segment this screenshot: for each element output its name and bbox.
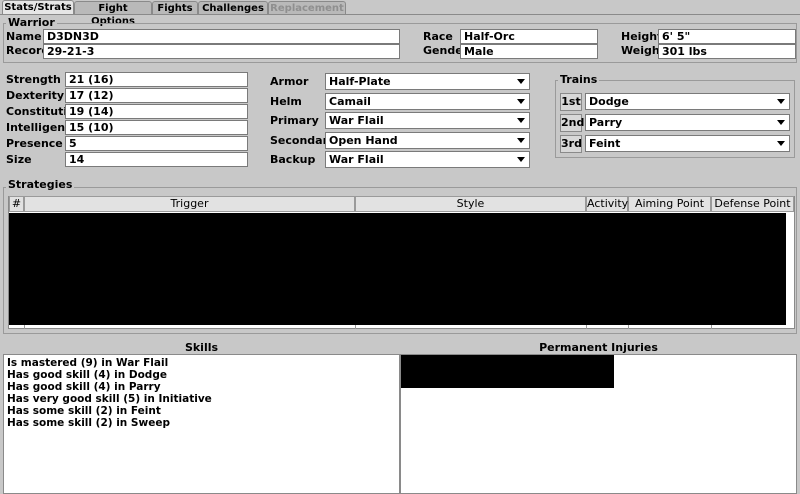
tab-divider: [0, 14, 800, 15]
name-label: Name: [6, 30, 42, 43]
strategies-rows-redacted: [9, 213, 786, 325]
backup-label: Backup: [270, 153, 316, 166]
race-field[interactable]: Half-Orc: [460, 29, 598, 44]
list-item[interactable]: Has some skill (2) in Sweep: [7, 417, 399, 429]
col-header-trigger[interactable]: Trigger: [24, 196, 355, 212]
injuries-header: Permanent Injuries: [539, 341, 658, 354]
helm-label: Helm: [270, 95, 302, 108]
tab-replacement: Replacement: [268, 1, 346, 14]
height-label: Height: [621, 30, 663, 43]
warrior-title: Warrior: [6, 16, 57, 29]
primary-label: Primary: [270, 114, 319, 127]
injuries-redacted: [401, 355, 614, 388]
col-header-defense-point[interactable]: Defense Point: [711, 196, 794, 212]
stat-field-presence[interactable]: 5: [65, 136, 248, 151]
column-divider: [628, 325, 629, 329]
stat-field-dexterity[interactable]: 17 (12): [65, 88, 248, 103]
primary-select[interactable]: War Flail: [325, 112, 530, 129]
chevron-down-icon: [777, 141, 785, 146]
armor-value: Half-Plate: [329, 75, 391, 88]
stat-field-strength[interactable]: 21 (16): [65, 72, 248, 87]
stat-label-presence: Presence: [6, 137, 63, 150]
train-order-3rd: 3rd: [560, 135, 582, 153]
column-divider: [355, 325, 356, 329]
column-divider: [711, 325, 712, 329]
armor-select[interactable]: Half-Plate: [325, 73, 530, 90]
tab-challenges[interactable]: Challenges: [198, 1, 268, 14]
stat-label-strength: Strength: [6, 73, 61, 86]
list-item[interactable]: Is mastered (9) in War Flail: [7, 357, 399, 369]
stat-field-size[interactable]: 14: [65, 152, 248, 167]
height-field[interactable]: 6' 5": [658, 29, 796, 44]
chevron-down-icon: [517, 157, 525, 162]
col-header-activity[interactable]: Activity: [586, 196, 628, 212]
chevron-down-icon: [517, 138, 525, 143]
secondary-value: Open Hand: [329, 134, 398, 147]
train-select-3rd[interactable]: Feint: [585, 135, 790, 152]
train-order-1st: 1st: [560, 93, 582, 111]
col-header-style[interactable]: Style: [355, 196, 586, 212]
tab-fights[interactable]: Fights: [152, 1, 198, 14]
chevron-down-icon: [777, 99, 785, 104]
list-item[interactable]: Has good skill (4) in Dodge: [7, 369, 399, 381]
list-item[interactable]: Has good skill (4) in Parry: [7, 381, 399, 393]
stat-field-intelligence[interactable]: 15 (10): [65, 120, 248, 135]
helm-select[interactable]: Camail: [325, 93, 530, 110]
backup-value: War Flail: [329, 153, 384, 166]
trains-title: Trains: [558, 73, 600, 86]
skills-header: Skills: [184, 341, 219, 354]
gender-field[interactable]: Male: [460, 44, 598, 59]
helm-value: Camail: [329, 95, 371, 108]
train-value-3rd: Feint: [589, 137, 621, 150]
list-item[interactable]: Has very good skill (5) in Initiative: [7, 393, 399, 405]
injuries-list[interactable]: [400, 354, 797, 494]
chevron-down-icon: [517, 118, 525, 123]
armor-label: Armor: [270, 75, 309, 88]
train-value-1st: Dodge: [589, 95, 629, 108]
train-select-1st[interactable]: Dodge: [585, 93, 790, 110]
col-header-aiming-point[interactable]: Aiming Point: [628, 196, 711, 212]
list-item[interactable]: Has some skill (2) in Feint: [7, 405, 399, 417]
race-label: Race: [423, 30, 453, 43]
weight-field[interactable]: 301 lbs: [658, 44, 796, 59]
column-divider: [24, 325, 25, 329]
stat-label-dexterity: Dexterity: [6, 89, 65, 102]
strategies-title: Strategies: [6, 178, 75, 191]
backup-select[interactable]: War Flail: [325, 151, 530, 168]
chevron-down-icon: [517, 99, 525, 104]
tab-fight-options[interactable]: Fight Options: [74, 1, 152, 27]
train-select-2nd[interactable]: Parry: [585, 114, 790, 131]
chevron-down-icon: [517, 79, 525, 84]
train-order-2nd: 2nd: [560, 114, 584, 132]
stat-label-size: Size: [6, 153, 32, 166]
name-field[interactable]: D3DN3D: [43, 29, 400, 44]
train-value-2nd: Parry: [589, 116, 623, 129]
skills-list[interactable]: Is mastered (9) in War Flail Has good sk…: [3, 354, 400, 494]
tab-bar: Stats/Strats Fight Options Fights Challe…: [0, 0, 800, 27]
chevron-down-icon: [777, 120, 785, 125]
secondary-select[interactable]: Open Hand: [325, 132, 530, 149]
tab-stats-strats[interactable]: Stats/Strats: [2, 0, 74, 15]
primary-value: War Flail: [329, 114, 384, 127]
col-header-number[interactable]: #: [9, 196, 24, 212]
stat-field-constitution[interactable]: 19 (14): [65, 104, 248, 119]
column-divider: [586, 325, 587, 329]
record-field[interactable]: 29-21-3: [43, 44, 400, 59]
